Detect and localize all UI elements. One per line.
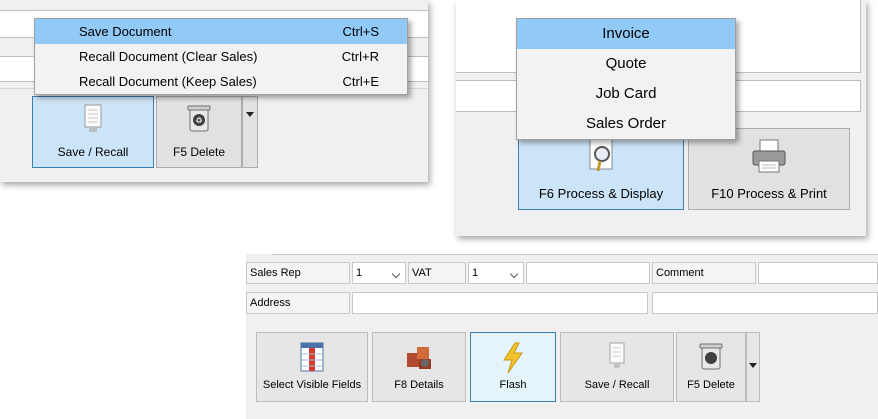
save-recall-button[interactable]: Save / Recall <box>32 96 154 168</box>
select-visible-fields-label: Select Visible Fields <box>262 379 362 391</box>
address-input-2[interactable] <box>652 292 878 314</box>
delete-button[interactable]: F5 Delete <box>676 332 746 402</box>
save-recall-panel: Save / Recall ♻ F5 Delete Save Document … <box>0 0 428 182</box>
details-label: F8 Details <box>394 379 444 391</box>
comment-input[interactable] <box>758 262 878 284</box>
delete-label: F5 Delete <box>172 145 226 159</box>
menu-item-sales-order[interactable]: Sales Order <box>517 109 735 139</box>
flash-button[interactable]: Flash <box>470 332 556 402</box>
flash-label: Flash <box>499 379 527 391</box>
menu-item-shortcut: Ctrl+S <box>342 24 379 39</box>
process-print-button[interactable]: F10 Process & Print <box>688 128 850 210</box>
document-save-icon <box>605 341 629 374</box>
recycle-bin-icon <box>698 341 724 374</box>
chevron-down-icon <box>391 269 401 279</box>
process-panel: F6 Process & Display F10 Process & Print… <box>456 0 866 236</box>
save-recall-button[interactable]: Save / Recall <box>560 332 674 402</box>
delete-dropdown-button[interactable] <box>746 332 760 402</box>
menu-item-label: Save Document <box>79 24 172 39</box>
boxes-icon <box>403 341 435 376</box>
save-recall-label: Save / Recall <box>584 379 650 391</box>
chevron-down-icon <box>749 363 757 368</box>
sales-form-panel: Sales Rep 1 VAT 1 Comment Address Select… <box>246 254 878 419</box>
delete-dropdown-button[interactable] <box>242 96 258 168</box>
details-button[interactable]: F8 Details <box>372 332 466 402</box>
select-visible-fields-button[interactable]: Select Visible Fields <box>256 332 368 402</box>
menu-item-job-card[interactable]: Job Card <box>517 79 735 109</box>
menu-item-invoice[interactable]: Invoice <box>517 19 735 49</box>
menu-item-recall-keep-sales[interactable]: Recall Document (Keep Sales) Ctrl+E <box>35 69 407 94</box>
sales-rep-label: Sales Rep <box>246 262 350 284</box>
menu-item-label: Invoice <box>602 25 650 42</box>
vat-select[interactable]: 1 <box>468 262 524 284</box>
menu-item-label: Recall Document (Keep Sales) <box>79 74 257 89</box>
comment-label: Comment <box>652 262 756 284</box>
document-save-icon <box>79 103 107 136</box>
columns-icon <box>298 341 326 376</box>
vat-label: VAT <box>408 262 466 284</box>
menu-item-label: Quote <box>605 55 647 72</box>
save-recall-menu: Save Document Ctrl+S Recall Document (Cl… <box>34 18 408 95</box>
menu-item-label: Recall Document (Clear Sales) <box>79 49 258 64</box>
blank-field[interactable] <box>526 262 650 284</box>
lightning-icon <box>498 341 528 378</box>
sales-rep-value: 1 <box>356 267 363 279</box>
process-print-label: F10 Process & Print <box>711 186 827 201</box>
chevron-down-icon <box>246 112 254 117</box>
menu-item-shortcut: Ctrl+R <box>341 49 379 64</box>
printer-icon <box>750 137 788 178</box>
vat-value: 1 <box>472 267 479 279</box>
address-input[interactable] <box>352 292 648 314</box>
delete-button[interactable]: ♻ F5 Delete <box>156 96 242 168</box>
menu-item-recall-clear-sales[interactable]: Recall Document (Clear Sales) Ctrl+R <box>35 44 407 69</box>
delete-label: F5 Delete <box>687 379 735 391</box>
sales-rep-select[interactable]: 1 <box>352 262 406 284</box>
divider <box>272 254 878 255</box>
menu-item-label: Job Card <box>595 85 657 102</box>
document-type-menu: Invoice Quote Job Card Sales Order <box>516 18 736 140</box>
chevron-down-icon <box>509 269 519 279</box>
menu-item-shortcut: Ctrl+E <box>342 74 379 89</box>
magnifier-document-icon <box>584 137 618 178</box>
address-label: Address <box>246 292 350 314</box>
process-display-button[interactable]: F6 Process & Display <box>518 128 684 210</box>
process-display-label: F6 Process & Display <box>538 186 664 201</box>
menu-item-quote[interactable]: Quote <box>517 49 735 79</box>
svg-text:♻: ♻ <box>195 116 202 125</box>
recycle-bin-icon: ♻ <box>185 103 213 136</box>
save-recall-label: Save / Recall <box>57 145 129 159</box>
menu-item-save-document[interactable]: Save Document Ctrl+S <box>35 19 407 44</box>
menu-item-label: Sales Order <box>585 115 667 132</box>
